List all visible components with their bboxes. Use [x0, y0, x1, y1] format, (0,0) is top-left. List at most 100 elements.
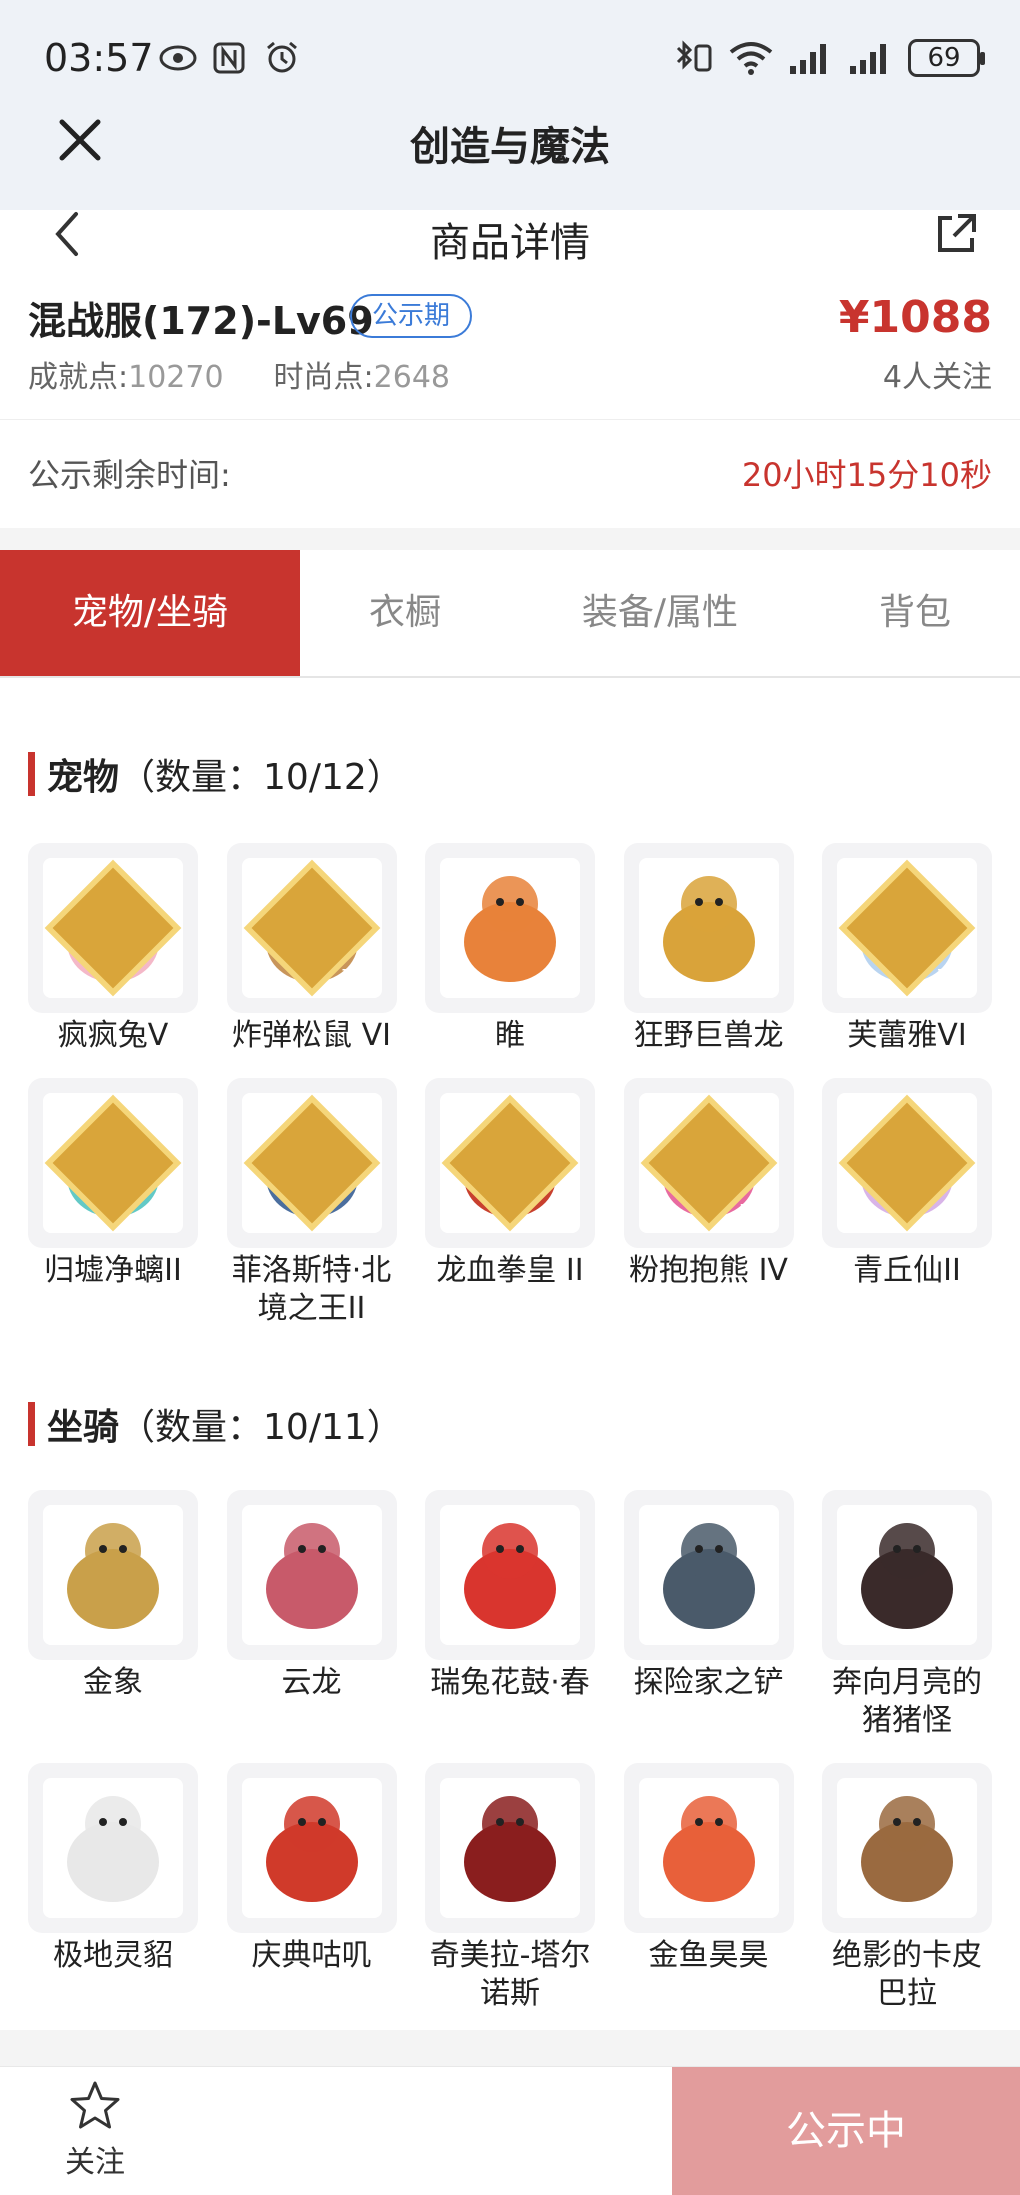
price: ¥1088 [838, 292, 992, 343]
mount-item[interactable]: 绝影的卡皮巴拉 [822, 1763, 992, 2013]
battery-indicator: 69 [908, 39, 985, 77]
app-title: 创造与魔法 [410, 124, 610, 170]
follow-button[interactable]: 关注 [50, 2079, 140, 2189]
grade-label: IV [739, 1199, 770, 1228]
countdown-value: 20小时15分10秒 [741, 456, 992, 494]
eye-icon [159, 45, 197, 71]
pet-item[interactable]: IV 粉抱抱熊 IV [623, 1078, 794, 1290]
mount-item[interactable]: 奔向月亮的猪猪怪 [822, 1490, 992, 1740]
signal-icon-1 [790, 44, 826, 74]
pet-item[interactable]: VI 炸弹松鼠 VI [226, 843, 397, 1055]
tab-backpack[interactable]: 背包 [810, 550, 1020, 676]
pets-title: 宠物 [47, 757, 120, 798]
item-thumbnail [623, 1490, 794, 1660]
item-name: 龙血拳皇 II [436, 1253, 584, 1288]
pets-section-title: 宠物 （数量：10/12） [28, 748, 403, 800]
fashion-value: 2648 [373, 360, 451, 395]
mount-item[interactable]: 庆典咕叽 [226, 1763, 397, 1975]
pet-item[interactable]: II 青丘仙II [822, 1078, 992, 1290]
mount-item[interactable]: 奇美拉-塔尔诺斯 [425, 1763, 595, 2013]
grade-label: II [941, 1199, 965, 1228]
mount-item[interactable]: 瑞兔花鼓·春 [425, 1490, 595, 1702]
public-status-button[interactable]: 公示中 [672, 2067, 1020, 2195]
mount-item[interactable]: 金象 [28, 1490, 198, 1702]
tab-pets-mounts[interactable]: 宠物/坐骑 [0, 550, 300, 676]
share-icon[interactable] [932, 210, 980, 258]
item-thumbnail: V [28, 843, 198, 1013]
goldfish-mount-icon [638, 1778, 779, 1918]
page-title: 商品详情 [430, 220, 590, 266]
listing-summary: 混战服(172)-Lv69 公示期 ¥1088 成就点:10270 时尚点:264… [0, 280, 1020, 420]
pet-item[interactable]: VI 芙蕾雅VI [822, 843, 992, 1055]
tab-equipment[interactable]: 装备/属性 [510, 550, 810, 676]
bluetooth-vibrate-icon [676, 40, 712, 72]
mount-item[interactable]: 探险家之铲 [623, 1490, 794, 1702]
item-name: 菲洛斯特·北境之王II [231, 1253, 392, 1326]
signal-icon-2 [850, 44, 886, 74]
star-icon [70, 2081, 120, 2129]
alarm-icon [267, 41, 297, 73]
item-name: 睢 [495, 1018, 525, 1053]
mounts-count: （数量：10/11） [119, 1407, 403, 1448]
celebration-penguin-mount-icon [241, 1778, 382, 1918]
golden-elephant-mount-icon [43, 1505, 183, 1645]
item-name: 芙蕾雅VI [847, 1018, 967, 1053]
pets-count: （数量：10/12） [119, 757, 403, 798]
item-name: 云龙 [281, 1665, 342, 1700]
account-name: 混战服(172)-Lv69 [28, 299, 374, 343]
item-thumbnail: II [822, 1078, 992, 1248]
app-header: 03:57 69 创造与魔法 [0, 0, 1020, 210]
section-marker [28, 752, 35, 796]
item-name: 瑞兔花鼓·春 [430, 1665, 590, 1700]
mount-item[interactable]: 云龙 [226, 1490, 397, 1702]
item-name: 归墟净螭II [44, 1253, 182, 1288]
mount-item[interactable]: 金鱼昊昊 [623, 1763, 794, 1975]
drum-mount-icon [440, 1505, 580, 1645]
wifi-icon [729, 42, 773, 75]
item-name: 狂野巨兽龙 [633, 1018, 784, 1053]
mount-item[interactable]: 极地灵貂 [28, 1763, 198, 1975]
pet-item[interactable]: II 归墟净螭II [28, 1078, 198, 1290]
shovel-mount-icon [638, 1505, 779, 1645]
countdown-row: 公示剩余时间: 20小时15分10秒 [0, 420, 1020, 528]
countdown-label: 公示剩余时间: [28, 456, 231, 494]
pet-item[interactable]: II 菲洛斯特·北境之王II [226, 1078, 397, 1328]
pet-item[interactable]: 睢 [425, 843, 595, 1055]
grade-label: II [544, 1199, 568, 1228]
item-name: 金鱼昊昊 [648, 1938, 769, 1973]
grade-label: VI [938, 964, 968, 993]
item-name: 奇美拉-塔尔诺斯 [429, 1938, 591, 2011]
section-marker [28, 1402, 35, 1446]
grade-label: II [346, 1199, 369, 1228]
dragon-pet-icon [440, 858, 580, 998]
tab-bar: 宠物/坐骑 衣橱 装备/属性 背包 [0, 550, 1020, 678]
item-thumbnail: VI [226, 843, 397, 1013]
item-thumbnail [226, 1763, 397, 1933]
item-thumbnail: VI [822, 843, 992, 1013]
tab-wardrobe[interactable]: 衣橱 [300, 550, 510, 676]
fashion-label: 时尚点: [273, 360, 374, 395]
pet-item[interactable]: V 疯疯兔V [28, 843, 198, 1055]
item-name: 探险家之铲 [633, 1665, 784, 1700]
achievement-label: 成就点: [28, 360, 129, 395]
chimera-mount-icon [440, 1778, 580, 1918]
pet-item[interactable]: 狂野巨兽龙 [623, 843, 794, 1055]
item-thumbnail: II [425, 1078, 595, 1248]
status-left-icons [158, 40, 302, 76]
status-bar: 03:57 69 [0, 0, 1020, 120]
item-name: 疯疯兔V [57, 1018, 169, 1053]
grade-label: II [147, 1199, 171, 1228]
item-thumbnail [425, 1763, 595, 1933]
item-name: 绝影的卡皮巴拉 [832, 1938, 982, 2011]
bottom-action-bar: 关注 公示中 [0, 2066, 1020, 2195]
pets-grid: V 疯疯兔V VI 炸弹松鼠 VI 睢 狂野巨兽龙 VI 芙蕾雅VI II 归墟净螭II II 菲洛斯… [28, 843, 992, 1326]
item-thumbnail [28, 1763, 198, 1933]
item-name: 炸弹松鼠 VI [232, 1018, 391, 1053]
bottom-divider-band [0, 2030, 1020, 2066]
page-header: 商品详情 [0, 210, 1020, 280]
item-name: 庆典咕叽 [251, 1938, 372, 1973]
achievement-value: 10270 [128, 360, 224, 395]
item-name: 粉抱抱熊 IV [629, 1253, 788, 1288]
pet-item[interactable]: II 龙血拳皇 II [425, 1078, 595, 1290]
arctic-marten-mount-icon [43, 1778, 183, 1918]
